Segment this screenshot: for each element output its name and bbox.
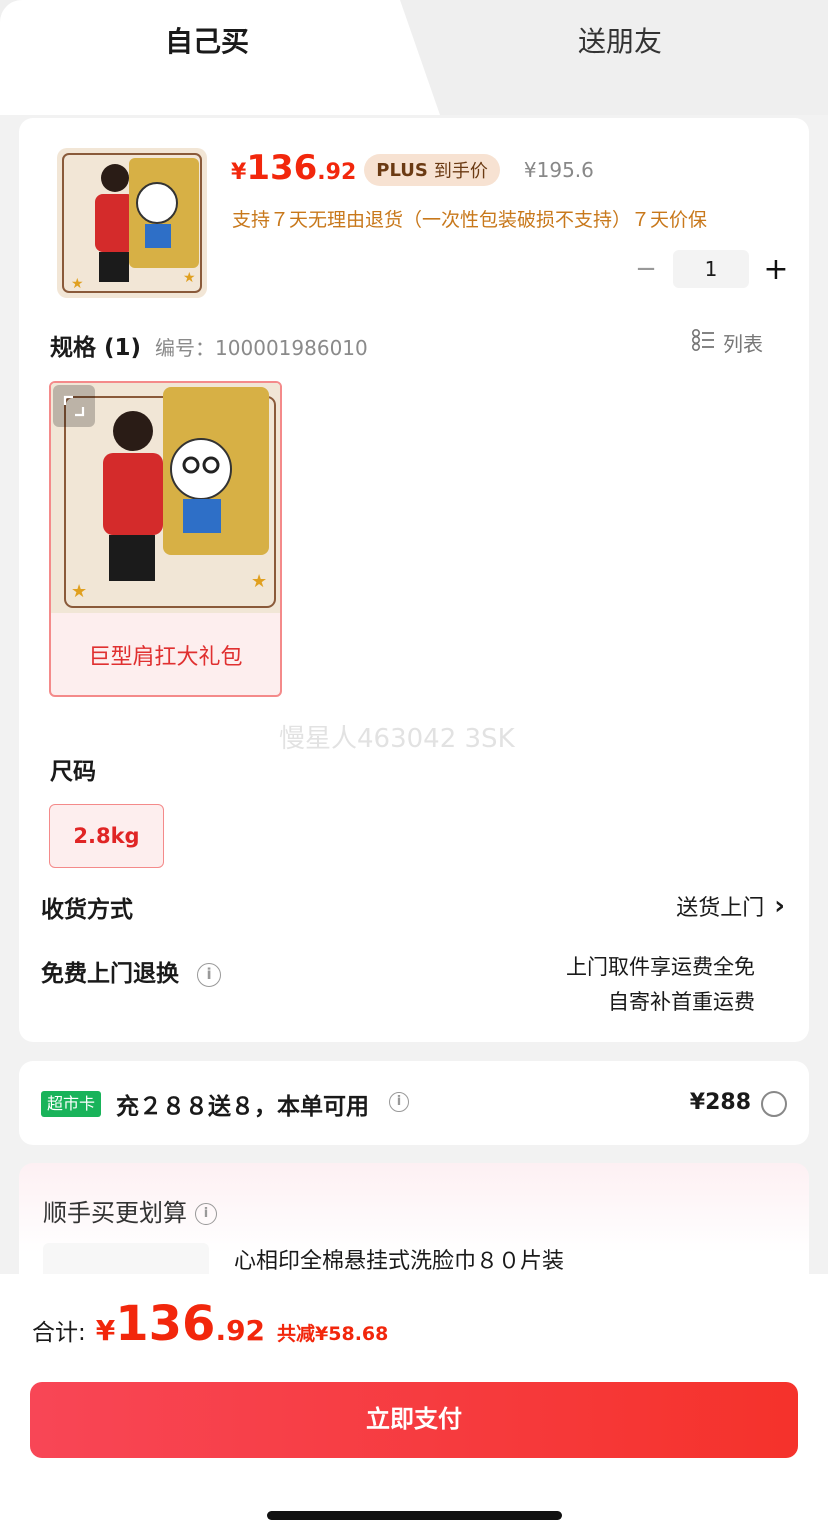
tab-gift-friend[interactable]: 送朋友 bbox=[440, 20, 800, 60]
delivery-method-selector[interactable]: 送货上门 › bbox=[676, 890, 785, 922]
tab-buy-for-self-label: 自己买 bbox=[164, 25, 249, 58]
info-icon[interactable]: i bbox=[197, 962, 222, 987]
svg-text:★: ★ bbox=[183, 270, 196, 286]
delivery-method-value: 送货上门 bbox=[676, 896, 765, 921]
total-currency: ¥ bbox=[95, 1314, 116, 1347]
delivery-method-label: 收货方式 bbox=[41, 897, 133, 923]
return-policy-text: 支持７天无理由退货（一次性包装破损不支持）７天价保 bbox=[232, 209, 708, 231]
size-title: 尺码 bbox=[50, 759, 96, 785]
info-icon[interactable]: i bbox=[195, 1203, 217, 1225]
info-icon[interactable]: i bbox=[389, 1092, 409, 1112]
free-return-line1: 上门取件享运费全免 bbox=[566, 955, 755, 979]
price-decimal: .92 bbox=[317, 160, 357, 185]
home-indicator bbox=[267, 1511, 562, 1520]
total-row: 合计: ¥ 136 .92 共减¥58.68 bbox=[32, 1296, 388, 1352]
product-code: 编号：100001986010 bbox=[155, 336, 368, 360]
spec-header: 规格 (1) 编号：100001986010 bbox=[50, 328, 368, 362]
product-thumbnail: ★ ★ bbox=[57, 148, 207, 298]
combo-title: 顺手买更划算 bbox=[43, 1199, 187, 1227]
product-card: ★ ★ ¥ 136 .92 PLUS 到手价 ¥195.6 支持７天无理由退货（… bbox=[19, 118, 809, 1042]
free-return-line2: 自寄补首重运费 bbox=[608, 990, 755, 1014]
plus-badge-label: 到手价 bbox=[433, 161, 488, 182]
total-decimal: .92 bbox=[215, 1314, 266, 1347]
combo-item-title[interactable]: 心相印全棉悬挂式洗脸巾８０片装 bbox=[234, 1243, 564, 1275]
chevron-right-icon: › bbox=[774, 891, 785, 921]
price-currency: ¥ bbox=[231, 160, 247, 185]
price-integer: 136 bbox=[246, 148, 318, 188]
list-view-label: 列表 bbox=[723, 332, 763, 356]
svg-text:★: ★ bbox=[251, 571, 267, 592]
checkout-footer: 合计: ¥ 136 .92 共减¥58.68 立即支付 bbox=[0, 1274, 828, 1534]
watermark: 慢星人463042 3SK bbox=[279, 724, 515, 754]
increase-quantity-button[interactable]: + bbox=[761, 252, 791, 287]
quantity-stepper: − 1 + bbox=[631, 250, 791, 288]
total-integer: 136 bbox=[115, 1296, 216, 1352]
free-return-label: 免费上门退换 bbox=[41, 961, 179, 987]
list-view-toggle[interactable]: 列表 bbox=[691, 328, 763, 357]
price-row: ¥ 136 .92 PLUS 到手价 ¥195.6 bbox=[231, 148, 594, 192]
quantity-input[interactable]: 1 bbox=[673, 250, 749, 288]
plus-price-badge: PLUS 到手价 bbox=[364, 154, 500, 186]
svg-text:★: ★ bbox=[71, 276, 84, 292]
spec-title: 规格 (1) bbox=[50, 335, 142, 361]
supermarket-card-offer[interactable]: 超市卡 充２８８送８，本单可用 i ¥288 bbox=[19, 1061, 809, 1145]
expand-icon[interactable] bbox=[53, 385, 95, 427]
free-return-row: 免费上门退换 i bbox=[41, 954, 222, 988]
spec-option-label: 巨型肩扛大礼包 bbox=[88, 645, 243, 670]
supermarket-card-radio[interactable] bbox=[761, 1091, 787, 1117]
combo-title-row: 顺手买更划算 i bbox=[43, 1193, 217, 1228]
tab-buy-for-self[interactable]: 自己买 bbox=[0, 0, 440, 115]
original-price: ¥195.6 bbox=[523, 158, 594, 182]
total-label: 合计: bbox=[32, 1320, 86, 1346]
supermarket-card-badge: 超市卡 bbox=[41, 1091, 102, 1117]
list-icon bbox=[691, 328, 715, 356]
svg-text:★: ★ bbox=[71, 581, 87, 602]
supermarket-card-price: ¥288 bbox=[689, 1090, 751, 1115]
plus-badge-bold: PLUS bbox=[376, 159, 428, 181]
total-discount: 共减¥58.68 bbox=[277, 1323, 389, 1345]
purchase-mode-tabs: 自己买 送朋友 bbox=[0, 0, 828, 115]
decrease-quantity-button[interactable]: − bbox=[631, 254, 661, 284]
size-option-chip[interactable]: 2.8kg bbox=[49, 804, 164, 868]
free-return-detail: 上门取件享运费全免 自寄补首重运费 bbox=[566, 950, 755, 1020]
pay-now-button[interactable]: 立即支付 bbox=[30, 1382, 798, 1458]
supermarket-card-text: 充２８８送８，本单可用 bbox=[116, 1094, 369, 1120]
spec-option-card[interactable]: ★ ★ 巨型肩扛大礼包 bbox=[49, 381, 282, 697]
